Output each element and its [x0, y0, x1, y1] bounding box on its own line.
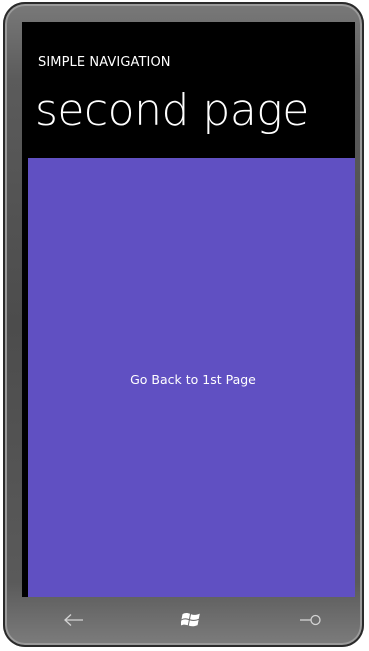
back-button[interactable]: [54, 607, 94, 633]
windows-logo-icon: [181, 611, 201, 629]
start-button[interactable]: [171, 607, 211, 633]
content-panel: Go Back to 1st Page: [28, 158, 355, 597]
back-arrow-icon: [63, 613, 85, 627]
go-back-button-label: Go Back to 1st Page: [130, 372, 256, 387]
phone-screen: SIMPLE NAVIGATION second page Go Back to…: [22, 22, 355, 597]
app-title: SIMPLE NAVIGATION: [38, 55, 171, 70]
hardware-button-bar: [9, 595, 358, 645]
page-title: second page: [35, 85, 309, 136]
search-icon: [299, 613, 323, 627]
go-back-button[interactable]: Go Back to 1st Page: [28, 158, 355, 597]
search-button[interactable]: [291, 607, 331, 633]
phone-frame: SIMPLE NAVIGATION second page Go Back to…: [3, 2, 364, 647]
